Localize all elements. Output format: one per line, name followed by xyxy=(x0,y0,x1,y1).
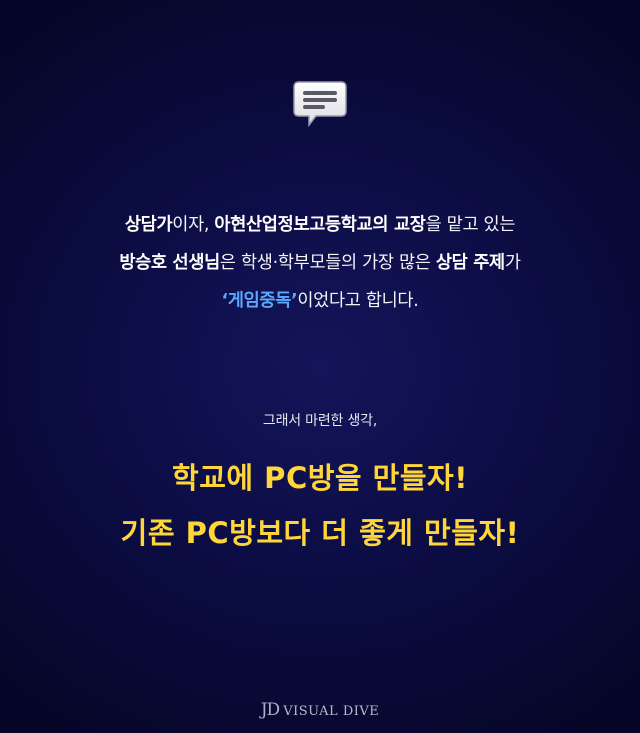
logo-text: VISUAL DIVE xyxy=(283,704,380,719)
logo-mark: JD xyxy=(260,700,280,720)
highlight-keyword: ‘게임중독’ xyxy=(221,291,298,311)
card-news-page: 상담가이자, 아현산업정보고등학교의 교장을 맡고 있는 방승호 선생님은 학생… xyxy=(0,0,640,733)
headline-line-2: 기존 PC방보다 더 좋게 만들자! xyxy=(120,516,520,550)
chat-bubble-icon xyxy=(293,81,347,128)
headline-line-1: 학교에 PC방을 만들자! xyxy=(172,461,468,495)
brand-logo: JD VISUAL DIVE xyxy=(0,700,640,720)
intro-line-3: ‘게임중독’이었다고 합니다. xyxy=(221,291,419,311)
intro-line-2: 방승호 선생님은 학생·학부모들의 가장 많은 상담 주제가 xyxy=(119,253,521,273)
lead-text: 그래서 마련한 생각, xyxy=(262,413,378,429)
intro-line-1: 상담가이자, 아현산업정보고등학교의 교장을 맡고 있는 xyxy=(124,215,516,235)
intro-paragraph: 상담가이자, 아현산업정보고등학교의 교장을 맡고 있는 방승호 선생님은 학생… xyxy=(0,206,640,320)
